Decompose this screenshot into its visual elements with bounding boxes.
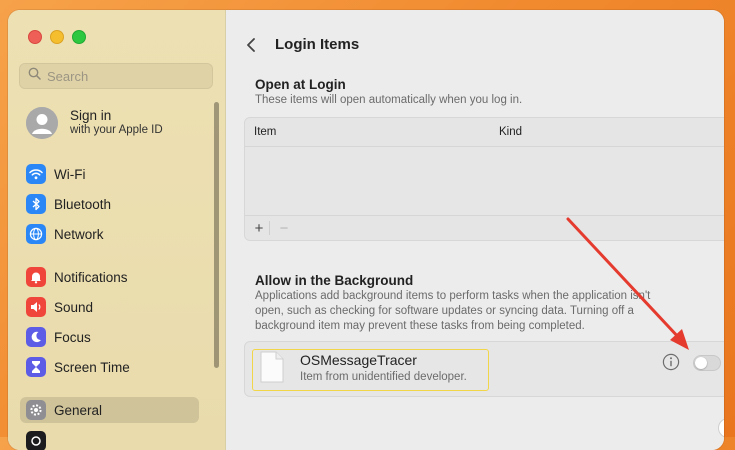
sidebar-item-network[interactable]: Network: [20, 221, 199, 247]
bell-icon: [26, 267, 46, 287]
sidebar-item-label: Network: [54, 226, 104, 242]
avatar: [26, 107, 58, 139]
wifi-icon: [26, 164, 46, 184]
open-at-login-description: These items will open automatically when…: [255, 94, 523, 106]
table-body: [245, 147, 724, 217]
info-button[interactable]: [662, 353, 680, 376]
sidebar-item-bluetooth[interactable]: Bluetooth: [20, 191, 199, 217]
sidebar-item-label: Focus: [54, 329, 91, 345]
apple-id-signin[interactable]: Sign in with your Apple ID: [26, 107, 163, 139]
background-description: Applications add background items to per…: [255, 289, 650, 334]
background-title: Allow in the Background: [255, 273, 414, 288]
background-item-row: OSMessageTracer Item from unidentified d…: [244, 341, 724, 397]
remove-button[interactable]: −: [274, 220, 294, 237]
divider: [269, 221, 270, 235]
hourglass-icon: [26, 357, 46, 377]
person-icon: [26, 107, 58, 139]
open-at-login-title: Open at Login: [255, 77, 346, 92]
table-header: Item Kind: [245, 118, 724, 147]
sidebar-item-label: General: [54, 402, 103, 418]
sidebar-item-screen-time[interactable]: Screen Time: [20, 354, 199, 380]
background-item-toggle[interactable]: [693, 355, 721, 371]
sidebar-item-focus[interactable]: Focus: [20, 324, 199, 350]
search-icon: [28, 67, 41, 85]
sidebar-item-label: Wi-Fi: [54, 166, 86, 182]
description-line: open, such as checking for software upda…: [255, 305, 634, 317]
speaker-icon: [26, 297, 46, 317]
window-controls: [28, 30, 86, 44]
moon-icon: [26, 327, 46, 347]
sidebar-scrollbar[interactable]: [214, 102, 219, 368]
close-button[interactable]: [28, 30, 42, 44]
login-items-table: Item Kind + −: [244, 117, 724, 241]
sidebar-item-wifi[interactable]: Wi-Fi: [20, 161, 199, 187]
sidebar-item-label: Bluetooth: [54, 196, 112, 212]
sidebar-item-label: Screen Time: [54, 359, 130, 375]
gear-icon: [26, 400, 46, 420]
background-item-subtitle: Item from unidentified developer.: [300, 371, 467, 383]
sidebar-item-general[interactable]: General: [20, 397, 199, 423]
globe-icon: [26, 224, 46, 244]
bluetooth-icon: [26, 194, 46, 214]
sidebar-item-label: Notifications: [54, 269, 128, 285]
sidebar-item-label: Sound: [54, 299, 94, 315]
search-input[interactable]: Search: [19, 63, 213, 89]
column-header-kind[interactable]: Kind: [499, 126, 522, 138]
help-button[interactable]: ?: [718, 418, 724, 438]
sidebar-item-notifications[interactable]: Notifications: [20, 264, 199, 290]
main-panel: Login Items Open at Login These items wi…: [226, 10, 724, 450]
info-icon: [662, 353, 680, 371]
signin-subtitle: with your Apple ID: [70, 124, 163, 136]
sidebar-item-sound[interactable]: Sound: [20, 294, 199, 320]
add-button[interactable]: +: [249, 220, 269, 237]
sidebar-item-partial[interactable]: [20, 428, 199, 450]
minimize-button[interactable]: [50, 30, 64, 44]
signin-title: Sign in: [70, 108, 112, 123]
back-button[interactable]: [242, 36, 260, 54]
sidebar: Search Sign in with your Apple ID Wi-Fi: [8, 10, 226, 450]
description-line: background item may prevent these tasks …: [255, 320, 585, 332]
background-item-name: OSMessageTracer: [300, 352, 417, 368]
document-icon: [259, 351, 285, 388]
app-icon: [26, 431, 46, 450]
column-header-item[interactable]: Item: [254, 126, 499, 138]
chevron-left-icon: [247, 38, 255, 52]
system-settings-window: Search Sign in with your Apple ID Wi-Fi: [8, 10, 724, 450]
table-footer: + −: [245, 215, 724, 240]
page-title: Login Items: [275, 36, 360, 53]
toggle-knob: [695, 357, 707, 369]
search-placeholder: Search: [47, 68, 89, 84]
description-line: Applications add background items to per…: [255, 290, 651, 302]
zoom-button[interactable]: [72, 30, 86, 44]
